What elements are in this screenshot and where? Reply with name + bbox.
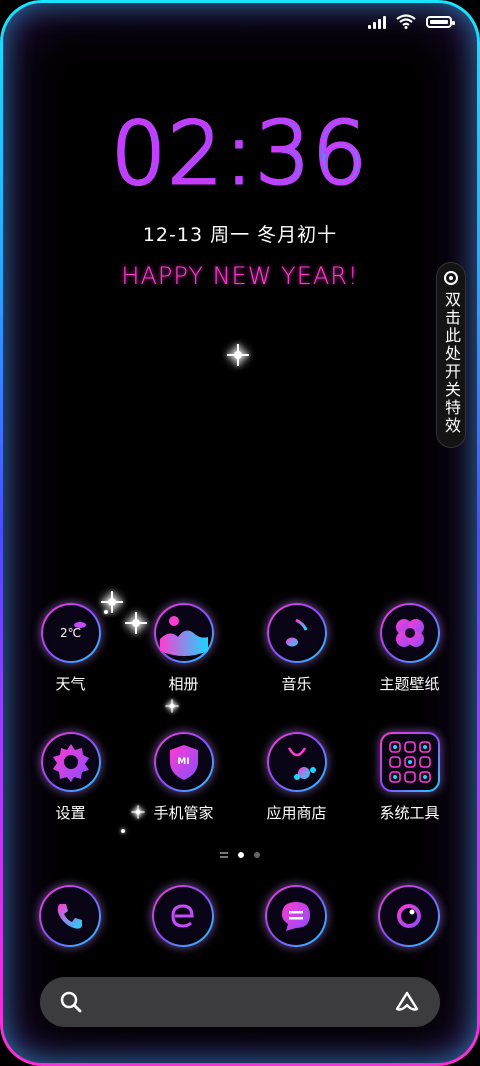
- page-dot-active[interactable]: [238, 852, 244, 858]
- browser-e-icon: [152, 885, 214, 947]
- page-dot[interactable]: [254, 852, 260, 858]
- page-indicator[interactable]: [0, 852, 480, 858]
- weather-icon: 2℃: [41, 603, 101, 663]
- status-bar: [368, 14, 455, 29]
- effects-toggle-pill[interactable]: 双击此处开关特效: [436, 262, 466, 448]
- wifi-icon: [396, 14, 416, 29]
- app-security[interactable]: MI 手机管家: [127, 732, 240, 823]
- message-icon: [265, 885, 327, 947]
- sparkle-dot: [121, 829, 125, 833]
- app-store[interactable]: 应用商店: [240, 732, 353, 823]
- battery-icon: [426, 15, 455, 28]
- sparkle-icon: [226, 343, 250, 367]
- settings-gear-icon: [41, 732, 101, 792]
- dock-phone[interactable]: [13, 885, 126, 947]
- effects-toggle-label: 双击此处开关特效: [442, 291, 461, 435]
- camera-icon: [378, 885, 440, 947]
- radio-dot-icon: [444, 271, 458, 285]
- weather-temp-text: 2℃: [59, 626, 82, 640]
- search-bar[interactable]: [40, 977, 440, 1027]
- lockscreen-clock: 02:36: [0, 103, 480, 206]
- app-label: 系统工具: [379, 804, 440, 822]
- app-gallery[interactable]: 相册: [127, 603, 240, 694]
- app-tools[interactable]: 系统工具: [353, 732, 466, 823]
- lockscreen-date: 12-13 周一 冬月初十: [142, 224, 338, 246]
- app-themes[interactable]: 主题壁纸: [353, 603, 466, 694]
- dock: [0, 885, 480, 947]
- shield-mi-text: MI: [177, 757, 190, 767]
- tools-grid-icon: [380, 732, 440, 792]
- dock-camera[interactable]: [352, 885, 465, 947]
- app-settings[interactable]: 设置: [14, 732, 127, 823]
- app-label: 音乐: [281, 675, 312, 693]
- dock-browser[interactable]: [126, 885, 239, 947]
- gallery-icon: [154, 603, 214, 663]
- app-grid-row-1: 2℃ 天气 相册 音乐 主题壁纸: [0, 603, 480, 694]
- assistant-icon[interactable]: [394, 991, 420, 1013]
- greeting-text: HAPPY NEW YEAR!: [121, 262, 359, 290]
- app-label: 相册: [168, 675, 199, 693]
- phone-icon: [39, 885, 101, 947]
- app-label: 手机管家: [153, 804, 214, 822]
- themes-icon: [380, 603, 440, 663]
- search-icon[interactable]: [60, 991, 82, 1013]
- app-label: 应用商店: [266, 804, 327, 822]
- sparkle-icon: [165, 699, 179, 713]
- app-store-bag-icon: [267, 732, 327, 792]
- app-label: 设置: [55, 804, 86, 822]
- app-grid-row-2: 设置 MI 手机管家 应用商店 系统工具: [0, 732, 480, 823]
- signal-bars-icon: [368, 15, 386, 29]
- app-weather[interactable]: 2℃ 天气: [14, 603, 127, 694]
- security-shield-icon: MI: [154, 732, 214, 792]
- page-list-icon[interactable]: [220, 852, 228, 858]
- app-music[interactable]: 音乐: [240, 603, 353, 694]
- app-label: 主题壁纸: [379, 675, 440, 693]
- music-icon: [267, 603, 327, 663]
- dock-messages[interactable]: [239, 885, 352, 947]
- app-label: 天气: [55, 675, 86, 693]
